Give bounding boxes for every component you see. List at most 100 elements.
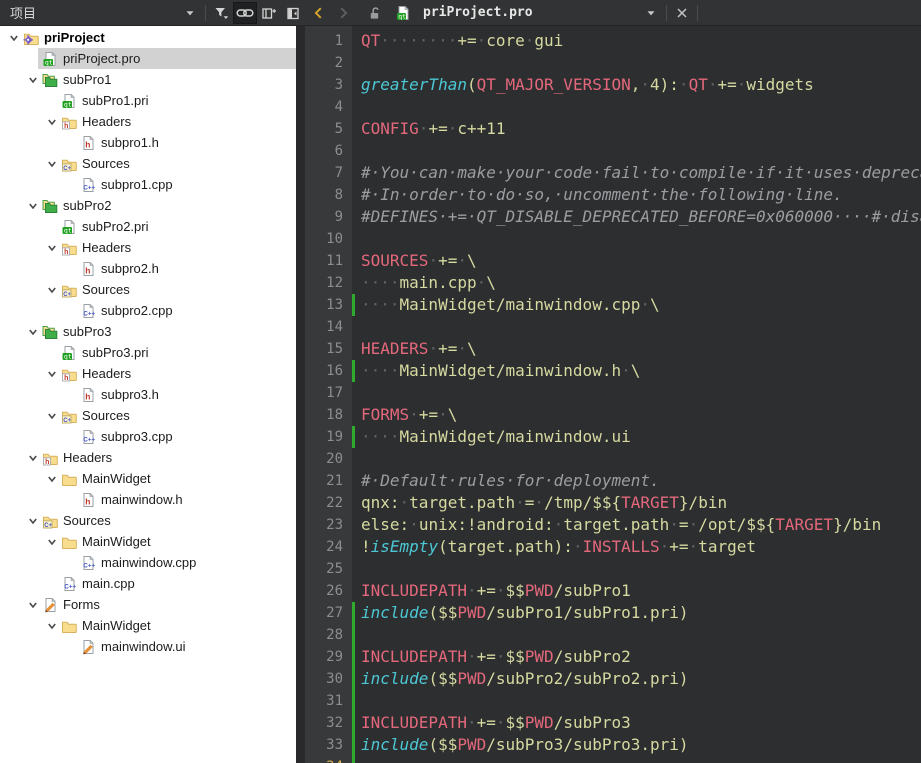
code-line-12[interactable]: 12 ····main.cpp·\ [305,272,921,294]
expand-collapse-chevron[interactable] [42,111,61,132]
code-line-21[interactable]: 21 #·Default·rules·for·deployment. [305,470,921,492]
tree-item-mainwidget[interactable]: MainWidget [0,531,296,552]
line-number[interactable]: 28 [305,624,352,646]
tree-item-mainwindow-cpp[interactable]: C++ mainwindow.cpp [0,552,296,573]
line-number[interactable]: 18 [305,404,352,426]
expand-collapse-chevron[interactable] [23,321,42,342]
code-line-30[interactable]: 30 include($$PWD/subPro2/subPro2.pri) [305,668,921,690]
code-line-18[interactable]: 18 FORMS·+=·\ [305,404,921,426]
expand-collapse-chevron[interactable] [23,447,42,468]
tree-item-subpro2-pri[interactable]: qt subPro2.pri [0,216,296,237]
line-number[interactable]: 7 [305,162,352,184]
code-line-23[interactable]: 23 else:·unix:!android:·target.path·=·/op… [305,514,921,536]
go-forward-button[interactable] [331,2,355,24]
code-line-33[interactable]: 33 include($$PWD/subPro3/subPro3.pri) [305,734,921,756]
code-line-2[interactable]: 2 [305,52,921,74]
sync-with-editor-button[interactable] [233,1,257,24]
line-number[interactable]: 15 [305,338,352,360]
code-line-27[interactable]: 27 include($$PWD/subPro1/subPro1.pri) [305,602,921,624]
line-number[interactable]: 34 [305,756,352,763]
tree-item-headers[interactable]: h Headers [0,237,296,258]
line-number[interactable]: 30 [305,668,352,690]
tree-item-priproject[interactable]: priProject [0,27,296,48]
tree-item-headers[interactable]: h Headers [0,363,296,384]
line-number[interactable]: 25 [305,558,352,580]
tree-item-headers[interactable]: h Headers [0,111,296,132]
tree-item-subpro1-pri[interactable]: qt subPro1.pri [0,90,296,111]
tree-item-subpro3-h[interactable]: h subpro3.h [0,384,296,405]
tree-item-subpro1-cpp[interactable]: C++ subpro1.cpp [0,174,296,195]
expand-collapse-chevron[interactable] [42,531,61,552]
tree-item-subpro3-cpp[interactable]: C++ subpro3.cpp [0,426,296,447]
code-line-19[interactable]: 19 ····MainWidget/mainwindow.ui [305,426,921,448]
expand-collapse-chevron[interactable] [42,615,61,636]
go-back-button[interactable] [307,2,331,24]
expand-collapse-chevron[interactable] [23,69,42,90]
tree-item-headers[interactable]: h Headers [0,447,296,468]
line-number[interactable]: 17 [305,382,352,404]
line-number[interactable]: 29 [305,646,352,668]
code-line-4[interactable]: 4 [305,96,921,118]
panel-mode-dropdown-button[interactable] [178,2,202,24]
line-number[interactable]: 31 [305,690,352,712]
code-line-13[interactable]: 13 ····MainWidget/mainwindow.cpp·\ [305,294,921,316]
code-line-20[interactable]: 20 [305,448,921,470]
line-number[interactable]: 16 [305,360,352,382]
close-panel-button[interactable] [281,2,305,24]
tree-item-subpro1-h[interactable]: h subpro1.h [0,132,296,153]
panel-splitter[interactable] [296,26,305,763]
code-line-7[interactable]: 7 #·You·can·make·your·code·fail·to·compil… [305,162,921,184]
line-number[interactable]: 24 [305,536,352,558]
line-number[interactable]: 3 [305,74,352,96]
code-line-9[interactable]: 9 #DEFINES·+=·QT_DISABLE_DEPRECATED_BEFOR… [305,206,921,228]
code-line-29[interactable]: 29 INCLUDEPATH·+=·$$PWD/subPro2 [305,646,921,668]
line-number[interactable]: 19 [305,426,352,448]
document-dropdown-button[interactable] [639,2,663,24]
expand-collapse-chevron[interactable] [42,405,61,426]
line-number[interactable]: 23 [305,514,352,536]
line-number[interactable]: 13 [305,294,352,316]
line-number[interactable]: 26 [305,580,352,602]
open-document-title[interactable]: priProject.pro [423,5,581,20]
line-number[interactable]: 10 [305,228,352,250]
line-number[interactable]: 11 [305,250,352,272]
line-number[interactable]: 5 [305,118,352,140]
code-line-25[interactable]: 25 [305,558,921,580]
code-line-32[interactable]: 32 INCLUDEPATH·+=·$$PWD/subPro3 [305,712,921,734]
expand-collapse-chevron[interactable] [42,237,61,258]
close-document-button[interactable] [670,2,694,24]
tree-item-subpro1[interactable]: subPro1 [0,69,296,90]
code-line-24[interactable]: 24 !isEmpty(target.path):·INSTALLS·+=·tar… [305,536,921,558]
line-number[interactable]: 32 [305,712,352,734]
code-line-6[interactable]: 6 [305,140,921,162]
line-number[interactable]: 6 [305,140,352,162]
code-line-10[interactable]: 10 [305,228,921,250]
line-number[interactable]: 22 [305,492,352,514]
code-line-34[interactable]: 34 [305,756,921,763]
line-number[interactable]: 4 [305,96,352,118]
line-number[interactable]: 20 [305,448,352,470]
expand-collapse-chevron[interactable] [42,468,61,489]
split-panel-button[interactable] [257,2,281,24]
tree-item-mainwidget[interactable]: MainWidget [0,615,296,636]
tree-item-sources[interactable]: C+ Sources [0,153,296,174]
tree-item-mainwindow-h[interactable]: h mainwindow.h [0,489,296,510]
tree-item-forms[interactable]: Forms [0,594,296,615]
line-number[interactable]: 14 [305,316,352,338]
code-line-16[interactable]: 16 ····MainWidget/mainwindow.h·\ [305,360,921,382]
tree-item-sources[interactable]: C+ Sources [0,510,296,531]
tree-item-priproject-pro-selected[interactable]: qt priProject.pro [0,48,296,69]
code-line-22[interactable]: 22 qnx:·target.path·=·/tmp/$${TARGET}/bin [305,492,921,514]
expand-collapse-chevron[interactable] [23,195,42,216]
line-number[interactable]: 27 [305,602,352,624]
tree-item-subpro3[interactable]: subPro3 [0,321,296,342]
code-line-14[interactable]: 14 [305,316,921,338]
line-number[interactable]: 1 [305,30,352,52]
expand-collapse-chevron[interactable] [42,153,61,174]
tree-item-subpro2-h[interactable]: h subpro2.h [0,258,296,279]
code-line-3[interactable]: 3 greaterThan(QT_MAJOR_VERSION,·4):·QT·+=… [305,74,921,96]
line-number[interactable]: 8 [305,184,352,206]
code-line-8[interactable]: 8 #·In·order·to·do·so,·uncomment·the·foll… [305,184,921,206]
filter-button[interactable] [209,2,233,24]
code-line-15[interactable]: 15 HEADERS·+=·\ [305,338,921,360]
